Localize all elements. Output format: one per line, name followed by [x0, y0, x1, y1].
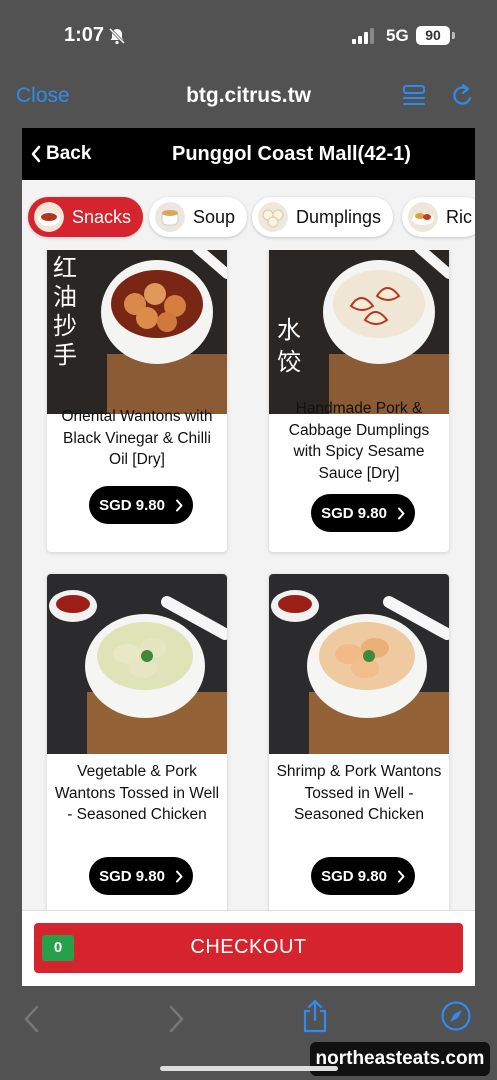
compass-icon[interactable] — [440, 1000, 472, 1032]
soup-category-icon — [155, 202, 185, 232]
chevron-left-icon[interactable] — [22, 1004, 42, 1034]
tab-label: Ric — [446, 206, 472, 227]
battery-tip — [452, 32, 455, 39]
cellular-signal-icon — [352, 28, 374, 44]
product-image — [47, 574, 227, 754]
chevron-right-icon[interactable] — [166, 1004, 186, 1034]
product-name: Oriental Wantons with Black Vinegar & Ch… — [61, 408, 213, 468]
status-bar: 1:07 5G 90 — [0, 0, 497, 72]
watermark: northeasteats.com — [310, 1042, 490, 1076]
network-type: 5G — [386, 26, 409, 45]
product-grid: 红油抄手 Oriental Wantons with Black Vinegar… — [22, 250, 475, 910]
product-card[interactable]: 红油抄手 Oriental Wantons with Black Vinegar… — [47, 250, 227, 552]
product-card[interactable]: Vegetable & Pork Wantons Tossed in Well … — [47, 574, 227, 910]
dumplings-category-icon — [258, 202, 288, 232]
share-icon[interactable] — [300, 998, 330, 1034]
price-button[interactable]: SGD 9.80 — [89, 486, 193, 524]
price-label: SGD 9.80 — [99, 867, 165, 885]
web-page: Back Punggol Coast Mall(42-1) Snacks Sou… — [22, 128, 475, 986]
page-header: Back Punggol Coast Mall(42-1) — [22, 128, 475, 180]
back-label: Back — [46, 143, 92, 164]
category-tabs: Snacks Soup Dumplings Ric — [22, 180, 475, 250]
product-name: Shrimp & Pork Wantons Tossed in Well - S… — [276, 763, 442, 823]
checkout-label: CHECKOUT — [190, 936, 307, 958]
battery-indicator: 90 — [416, 26, 450, 45]
product-name: Vegetable & Pork Wantons Tossed in Well … — [54, 763, 220, 823]
chevron-right-icon — [397, 507, 405, 519]
product-card[interactable]: 水饺 Handmade Pork & Cabbage Dumplings wit… — [269, 250, 449, 552]
rice-category-icon — [408, 202, 438, 232]
checkout-bar: 0 CHECKOUT — [22, 910, 475, 986]
tab-label: Soup — [193, 206, 236, 227]
calligraphy-text: 红油抄手 — [53, 254, 77, 369]
price-button[interactable]: SGD 9.80 — [311, 494, 415, 532]
chevron-left-icon — [31, 145, 41, 163]
tab-snacks[interactable]: Snacks — [28, 197, 144, 237]
price-label: SGD 9.80 — [321, 504, 387, 522]
reader-list-icon[interactable] — [402, 82, 428, 110]
price-button[interactable]: SGD 9.80 — [311, 857, 415, 895]
product-name: Handmade Pork & Cabbage Dumplings with S… — [288, 400, 430, 482]
tab-rice[interactable]: Ric — [402, 197, 475, 237]
tab-dumplings[interactable]: Dumplings — [252, 197, 394, 237]
price-label: SGD 9.80 — [321, 867, 387, 885]
tab-soup[interactable]: Soup — [149, 197, 248, 237]
price-button[interactable]: SGD 9.80 — [89, 857, 193, 895]
price-label: SGD 9.80 — [99, 496, 165, 514]
close-button[interactable]: Close — [16, 84, 70, 108]
reload-icon[interactable] — [450, 82, 476, 110]
browser-toolbar: Close btg.citrus.tw — [0, 72, 497, 128]
status-time: 1:07 — [64, 24, 105, 46]
tab-label: Dumplings — [296, 206, 382, 227]
chevron-right-icon — [397, 870, 405, 882]
checkout-button[interactable]: 0 CHECKOUT — [34, 923, 463, 973]
chevron-right-icon — [175, 499, 183, 511]
tab-label: Snacks — [72, 206, 132, 227]
home-indicator — [160, 1066, 338, 1071]
product-image — [269, 574, 449, 754]
chevron-right-icon — [175, 870, 183, 882]
snacks-category-icon — [34, 202, 64, 232]
store-name: Punggol Coast Mall(42-1) — [172, 143, 411, 165]
back-button[interactable]: Back — [30, 143, 91, 165]
calligraphy-text: 水饺 — [277, 316, 301, 376]
browser-bottom-toolbar: northeasteats.com — [0, 986, 497, 1080]
bell-muted-icon — [108, 27, 126, 45]
product-card[interactable]: Shrimp & Pork Wantons Tossed in Well - S… — [269, 574, 449, 910]
